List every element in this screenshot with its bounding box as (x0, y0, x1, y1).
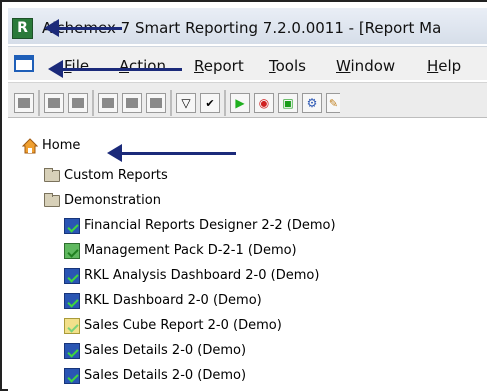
check-icon: ✔ (205, 96, 215, 110)
tree-node-label: Management Pack D-2-1 (Demo) (84, 243, 297, 258)
tree-folder-demonstration[interactable]: Demonstration (44, 191, 244, 211)
tree-report-item[interactable]: Sales Details 2-0 (Demo) (64, 366, 384, 386)
home-icon (22, 138, 38, 154)
window-button[interactable]: ▣ (278, 93, 298, 113)
paint-button[interactable]: ✎ (326, 93, 340, 113)
tree-node-label: Custom Reports (64, 168, 168, 183)
menu-file[interactable]: File (64, 57, 89, 75)
tree-report-item[interactable]: RKL Analysis Dashboard 2-0 (Demo) (64, 266, 384, 286)
application-window: R Alchemex 7 Smart Reporting 7.2.0.0011 … (0, 0, 487, 391)
tree-node-label: Demonstration (64, 193, 161, 208)
toolbar-separator (92, 90, 94, 116)
tree-node-label: Sales Details 2-0 (Demo) (84, 368, 247, 383)
run-icon: ▶ (235, 96, 245, 110)
menu-accelerator: R (194, 57, 204, 75)
report-icon (64, 293, 80, 309)
copy-button[interactable] (122, 93, 142, 113)
tree-report-item[interactable]: Management Pack D-2-1 (Demo) (64, 241, 384, 261)
tree-node-label: Financial Reports Designer 2-2 (Demo) (84, 218, 336, 233)
menu-accelerator: T (269, 57, 276, 75)
record-button[interactable]: ◉ (254, 93, 274, 113)
tree-report-item[interactable]: Sales Details 2-0 (Demo) (64, 341, 384, 361)
tree-node-label: Sales Details 2-0 (Demo) (84, 343, 247, 358)
menu-accelerator: A (119, 57, 129, 75)
tree-report-item[interactable]: Sales Cube Report 2-0 (Demo) (64, 316, 384, 336)
annotation-arrow-home (107, 144, 236, 162)
app-logo-icon: R (12, 18, 33, 39)
report-locked-icon (64, 218, 80, 234)
tree-node-label: Sales Cube Report 2-0 (Demo) (84, 318, 282, 333)
group-icon (150, 98, 162, 108)
tree-node-label: Home (42, 138, 81, 153)
filter-icon: ▽ (181, 96, 191, 110)
menu-accelerator: W (336, 57, 351, 75)
record-icon: ◉ (258, 96, 270, 110)
tree-folder-custom-reports[interactable]: Custom Reports (44, 166, 244, 186)
tree-node-label: RKL Dashboard 2-0 (Demo) (84, 293, 262, 308)
folder-icon (44, 193, 60, 207)
mdi-window-icon[interactable] (14, 55, 34, 72)
report-icon (64, 343, 80, 359)
filter-button[interactable]: ▽ (176, 93, 196, 113)
menu-tools[interactable]: Tools (269, 57, 306, 75)
properties-icon (72, 98, 84, 108)
tree-report-item[interactable]: Financial Reports Designer 2-2 (Demo) (64, 216, 384, 236)
menu-accelerator: F (64, 57, 72, 75)
toolbar-separator (38, 90, 40, 116)
report-icon (64, 368, 80, 384)
toolbar-separator (170, 90, 172, 116)
trash-button[interactable] (44, 93, 64, 113)
menu-window[interactable]: Window (336, 57, 395, 75)
check-button[interactable]: ✔ (200, 93, 220, 113)
run-button[interactable]: ▶ (230, 93, 250, 113)
annotation-arrow-menu (48, 60, 182, 78)
report-locked-icon (64, 243, 80, 259)
copy-icon (126, 98, 138, 108)
refresh-icon (102, 98, 114, 108)
menu-action[interactable]: Action (119, 57, 166, 75)
group-button[interactable] (146, 93, 166, 113)
report-icon (64, 268, 80, 284)
toolbar-separator (224, 90, 226, 116)
folder-icon (44, 168, 60, 182)
tree-node-label: RKL Analysis Dashboard 2-0 (Demo) (84, 268, 320, 283)
paint-icon: ✎ (328, 96, 339, 110)
world-icon: ⚙ (306, 96, 318, 110)
properties-button[interactable] (68, 93, 88, 113)
tree-report-item[interactable]: RKL Dashboard 2-0 (Demo) (64, 291, 384, 311)
refresh-button[interactable] (98, 93, 118, 113)
cube-report-icon (64, 318, 80, 334)
menu-accelerator: H (427, 57, 439, 75)
annotation-arrow-title (44, 19, 122, 37)
world-button[interactable]: ⚙ (302, 93, 322, 113)
menu-report[interactable]: Report (194, 57, 244, 75)
trash-icon (48, 98, 60, 108)
menu-help[interactable]: Help (427, 57, 461, 75)
delete-button[interactable] (14, 93, 34, 113)
delete-icon (18, 98, 30, 108)
window-icon: ▣ (282, 96, 294, 110)
